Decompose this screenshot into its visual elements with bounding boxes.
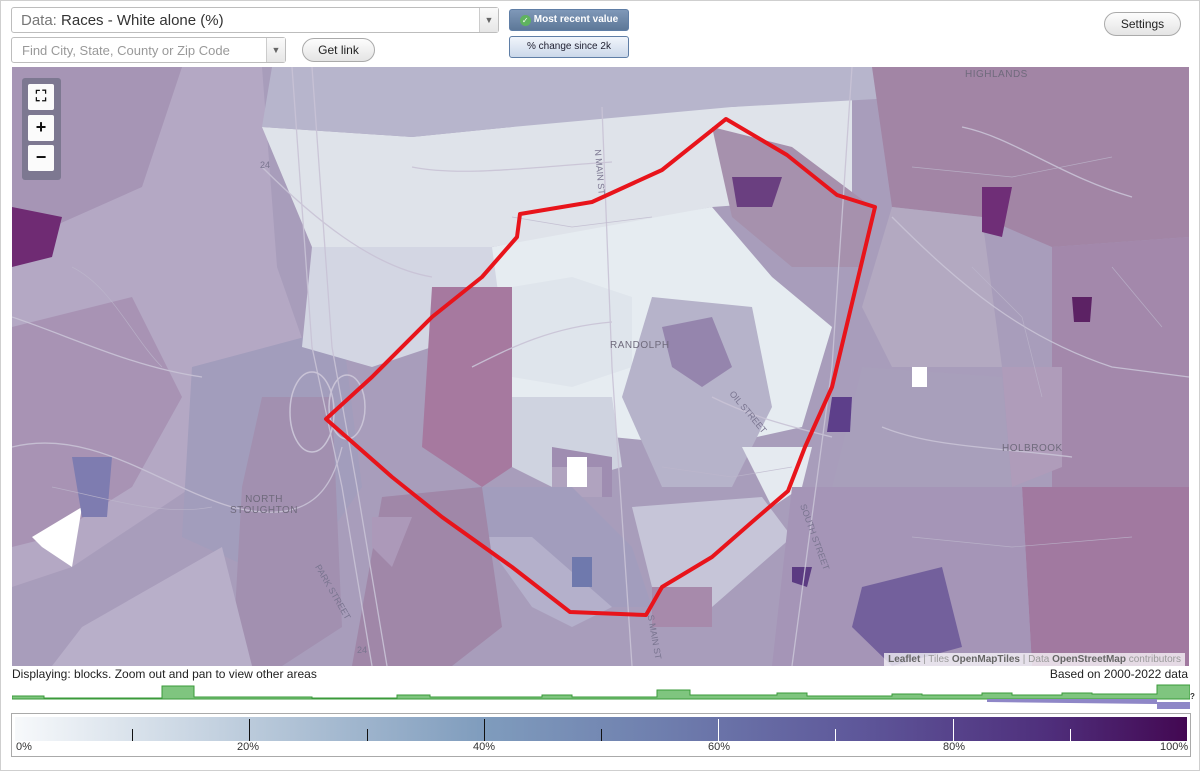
data-select-value: Races - White alone (%) <box>61 12 224 29</box>
data-range-note: Based on 2000-2022 data <box>1049 667 1188 681</box>
legend-label: 40% <box>473 741 496 753</box>
histogram-help-icon[interactable]: ? <box>1190 692 1195 701</box>
most-recent-label: Most recent value <box>533 14 619 25</box>
map-attribution: Leaflet | Tiles OpenMapTiles | Data Open… <box>884 653 1185 666</box>
attribution-leaflet-link[interactable]: Leaflet <box>888 654 920 665</box>
attribution-osm-link[interactable]: OpenStreetMap <box>1052 654 1126 665</box>
legend-label: 20% <box>237 741 260 753</box>
most-recent-value-toggle[interactable]: ✓ Most recent value <box>509 9 629 31</box>
location-search-input[interactable] <box>20 42 264 59</box>
place-label-randolph: RANDOLPH <box>610 340 670 351</box>
get-link-button[interactable]: Get link <box>302 38 375 62</box>
road-number-label: 24 <box>260 160 271 170</box>
color-legend: 0% 20% 40% 60% 80% 100% <box>11 713 1191 757</box>
chevron-down-icon[interactable]: ▼ <box>266 38 285 62</box>
zoom-in-button[interactable]: + <box>28 115 54 141</box>
place-label-holbrook: HOLBROOK <box>1002 443 1063 454</box>
displaying-note: Displaying: blocks. Zoom out and pan to … <box>12 667 317 681</box>
data-select-prefix: Data: <box>21 12 57 29</box>
place-label-north-stoughton: NORTH STOUGHTON <box>229 494 299 516</box>
legend-label: 80% <box>943 741 966 753</box>
value-histogram <box>12 684 1190 709</box>
place-label-highlands: HIGHLANDS <box>965 69 1028 80</box>
check-icon: ✓ <box>519 15 531 26</box>
legend-label: 100% <box>1160 741 1189 753</box>
location-search-field[interactable]: ▼ <box>11 37 286 63</box>
data-select[interactable]: Data: Races - White alone (%) ▼ <box>11 7 499 33</box>
settings-button[interactable]: Settings <box>1104 12 1181 36</box>
zoom-out-button[interactable]: − <box>28 145 54 171</box>
legend-label: 60% <box>708 741 731 753</box>
map-view[interactable]: HIGHLANDS RANDOLPH HOLBROOK NORTH STOUGH… <box>12 67 1189 666</box>
road-number-label: 24 <box>357 645 368 655</box>
percent-change-toggle[interactable]: % change since 2k <box>509 36 629 58</box>
attribution-tiles-link[interactable]: OpenMapTiles <box>952 654 1020 665</box>
fit-extent-icon[interactable]: ⛶ <box>28 84 54 110</box>
legend-label: 0% <box>16 741 32 753</box>
chevron-down-icon[interactable]: ▼ <box>479 8 498 32</box>
color-ramp <box>15 717 1187 741</box>
zoom-control: ⛶ + − <box>22 78 61 180</box>
